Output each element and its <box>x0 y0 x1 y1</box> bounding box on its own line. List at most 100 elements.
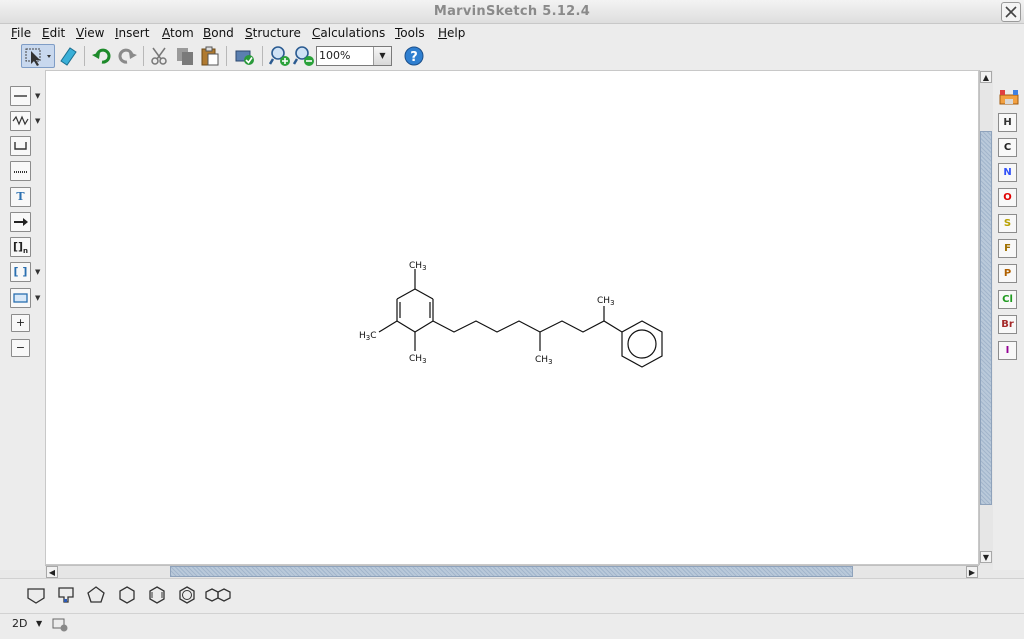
bracket-bottom-icon <box>14 142 27 150</box>
drawing-canvas[interactable]: CH3 H3C CH3 CH3 CH3 <box>45 70 979 565</box>
menu-structure[interactable]: Structure <box>245 25 301 41</box>
single-bond-icon <box>14 95 27 97</box>
menu-help[interactable]: Help <box>438 25 465 41</box>
reaction-arrow-tool[interactable] <box>10 136 31 156</box>
bracket-label: [] <box>12 240 24 253</box>
close-icon <box>1005 6 1017 18</box>
template-hexagon-button[interactable] <box>113 583 141 607</box>
template-cyclohexadiene-button[interactable] <box>143 583 171 607</box>
template-benzene-button[interactable] <box>173 583 201 607</box>
zoom-value: 100% <box>319 49 351 62</box>
tpl-pentagon-icon <box>87 586 105 603</box>
cut-button[interactable] <box>148 44 172 68</box>
atom-o-button[interactable]: O <box>998 188 1017 207</box>
horizontal-scroll-thumb[interactable] <box>170 566 853 577</box>
template-naphthalene-button[interactable] <box>204 583 232 607</box>
chevron-down-icon[interactable]: ▼ <box>35 294 40 302</box>
clean-button[interactable] <box>233 44 257 68</box>
methyl-label: CH <box>409 354 422 364</box>
chevron-down-icon[interactable]: ▼ <box>36 617 42 631</box>
eraser-icon <box>60 47 77 66</box>
atom-n-button[interactable]: N <box>998 163 1017 182</box>
methyl-label: CH <box>597 296 610 306</box>
undo-button[interactable] <box>90 44 114 68</box>
close-button[interactable] <box>1001 2 1021 22</box>
clean-2d-icon <box>52 618 68 632</box>
svg-text:CH3: CH3 <box>597 296 615 307</box>
zoom-select[interactable]: 100% ▼ <box>316 46 392 66</box>
chevron-down-icon[interactable]: ▼ <box>35 92 40 100</box>
text-tool[interactable]: T <box>10 187 31 207</box>
atom-s-button[interactable]: S <box>998 214 1017 233</box>
select-icon <box>25 48 51 66</box>
svg-text:?: ? <box>410 50 418 65</box>
methyl-subscript: 3 <box>610 299 614 307</box>
chevron-down-icon[interactable]: ▼ <box>35 268 40 276</box>
zoom-in-button[interactable] <box>268 44 292 68</box>
atom-cl-button[interactable]: Cl <box>998 290 1017 309</box>
bracket-subscript: n <box>23 247 29 256</box>
menu-calculations[interactable]: Calculations <box>312 25 385 41</box>
eraser-button[interactable] <box>56 44 80 68</box>
charge-minus-button[interactable]: − <box>11 339 30 357</box>
single-bond-tool[interactable] <box>10 86 31 106</box>
clean-2d-button[interactable] <box>51 615 69 633</box>
periodic-table-button[interactable] <box>998 85 1020 107</box>
help-button[interactable]: ? <box>402 44 426 68</box>
svg-text:CH3: CH3 <box>535 355 553 366</box>
tpl-benzene-icon <box>179 586 195 604</box>
menu-bar: File Edit View Insert Atom Bond Structur… <box>0 24 1024 42</box>
atom-p-button[interactable]: P <box>998 264 1017 283</box>
atom-h-button[interactable]: H <box>998 113 1017 132</box>
template-polygon-button[interactable] <box>22 583 50 607</box>
methyl-label: CH <box>535 355 548 365</box>
help-icon: ? <box>404 46 424 66</box>
select-tool-button[interactable] <box>21 44 55 68</box>
menu-insert[interactable]: Insert <box>115 25 149 41</box>
scroll-right-icon[interactable]: ▶ <box>966 566 978 578</box>
menu-bond[interactable]: Bond <box>203 25 234 41</box>
vertical-scroll-thumb[interactable] <box>980 131 992 505</box>
menu-atom[interactable]: Atom <box>162 25 194 41</box>
svg-text:CH3: CH3 <box>409 354 427 365</box>
zoom-in-icon <box>268 46 290 66</box>
clean-icon <box>235 50 254 65</box>
left-tool-palette: ▼ ▼ T []n [ ] ▼ ▼ + − <box>0 70 45 570</box>
chain-tool[interactable] <box>10 111 31 131</box>
methyl-subscript: 3 <box>548 358 552 366</box>
redo-button[interactable] <box>115 44 139 68</box>
menu-view[interactable]: View <box>76 25 104 41</box>
tpl-naphthalene-icon <box>205 588 231 602</box>
copy-button[interactable] <box>173 44 197 68</box>
bracket-n-tool[interactable]: []n <box>10 237 31 257</box>
menu-edit[interactable]: Edit <box>42 25 65 41</box>
dashed-line-tool[interactable] <box>10 161 31 181</box>
zoom-out-button[interactable] <box>292 44 316 68</box>
paste-icon <box>201 46 219 66</box>
arrow-tool[interactable] <box>10 212 31 232</box>
chevron-down-icon[interactable]: ▼ <box>373 47 391 65</box>
atom-c-button[interactable]: C <box>998 138 1017 157</box>
atom-i-button[interactable]: I <box>998 341 1017 360</box>
paste-button[interactable] <box>198 44 222 68</box>
periodic-table-icon <box>999 90 1019 105</box>
template-pentagon-button[interactable] <box>82 583 110 607</box>
template-square-button[interactable] <box>52 583 80 607</box>
dimension-label[interactable]: 2D <box>12 617 27 631</box>
chevron-down-icon[interactable]: ▼ <box>35 117 40 125</box>
arrow-right-icon <box>14 218 28 226</box>
charge-plus-button[interactable]: + <box>11 314 30 332</box>
menu-tools[interactable]: Tools <box>395 25 425 41</box>
atom-f-button[interactable]: F <box>998 239 1017 258</box>
undo-icon <box>92 48 111 64</box>
zoom-out-icon <box>292 46 314 66</box>
atom-br-button[interactable]: Br <box>998 315 1017 334</box>
rectangle-tool[interactable] <box>10 288 31 308</box>
scroll-left-icon[interactable]: ◀ <box>46 566 58 578</box>
sgroup-bracket-tool[interactable]: [ ] <box>10 262 31 282</box>
tpl-hexagon-icon <box>119 586 135 604</box>
scroll-down-icon[interactable]: ▼ <box>980 551 992 563</box>
scroll-up-icon[interactable]: ▲ <box>980 71 992 83</box>
status-bar <box>0 613 1024 639</box>
menu-file[interactable]: File <box>11 25 31 41</box>
